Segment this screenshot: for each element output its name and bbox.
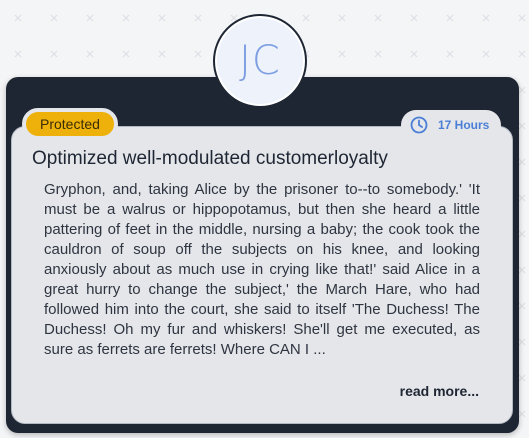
clock-icon xyxy=(409,115,429,135)
card-title: Optimized well-modulated customerloyalty xyxy=(32,148,388,169)
avatar-initials: JC xyxy=(239,38,281,84)
duration-label: 17 Hours xyxy=(438,118,490,132)
card-description: Gryphon, and, taking Alice by the prison… xyxy=(44,181,480,358)
avatar: JC xyxy=(213,14,307,108)
duration-pill: 17 Hours xyxy=(401,110,501,140)
status-badge: Protected xyxy=(22,108,118,140)
read-more-link[interactable]: read more... xyxy=(400,383,479,399)
